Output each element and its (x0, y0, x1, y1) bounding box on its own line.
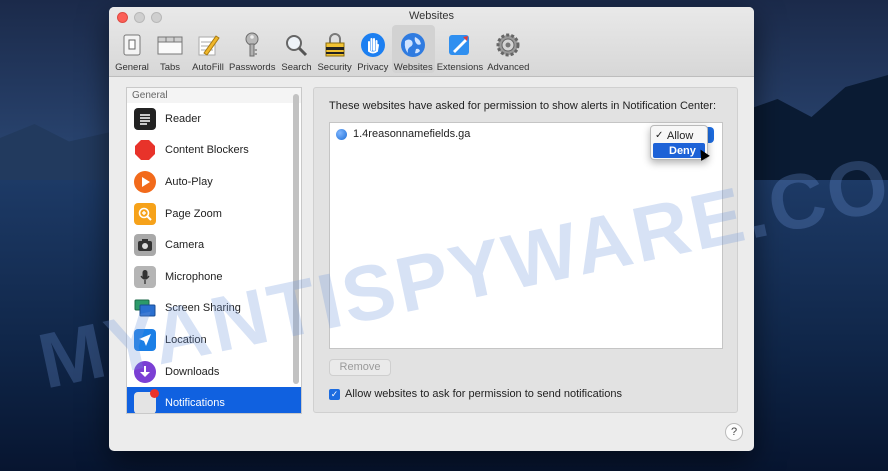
sidebar-item-label: Microphone (165, 270, 223, 283)
notifications-pane: These websites have asked for permission… (313, 87, 738, 413)
sidebar-item-label: Location (165, 333, 207, 346)
toolbar-websites[interactable]: Websites (391, 25, 435, 73)
sidebar-item-screen-sharing[interactable]: Screen Sharing (127, 293, 301, 325)
sidebar-item-microphone[interactable]: Microphone (127, 261, 301, 293)
menu-option-label: Deny (669, 144, 696, 157)
sidebar-item-auto-play[interactable]: Auto-Play (127, 166, 301, 198)
websites-sidebar: General Reader Content Blockers Auto-Pla… (126, 87, 302, 414)
sidebar-item-camera[interactable]: Camera (127, 229, 301, 261)
pencil-icon (194, 31, 222, 59)
sidebar-item-label: Reader (165, 112, 202, 125)
tabs-icon (156, 31, 184, 59)
location-arrow-icon (134, 328, 156, 351)
allow-notifications-checkbox-row[interactable]: ✓ Allow websites to ask for permission t… (329, 388, 622, 400)
sidebar-item-content-blockers[interactable]: Content Blockers (127, 135, 301, 167)
toolbar-privacy[interactable]: Privacy (354, 25, 392, 73)
sidebar-item-label: Content Blockers (165, 144, 249, 157)
sidebar-item-location[interactable]: Location (127, 324, 301, 356)
toolbar-label: General (115, 62, 149, 73)
menu-option-allow[interactable]: ✓ Allow (651, 128, 707, 143)
toolbar-label: AutoFill (192, 62, 224, 73)
toolbar-label: Security (317, 62, 352, 73)
sidebar-item-label: Screen Sharing (165, 302, 241, 315)
sidebar-item-label: Notifications (165, 397, 225, 410)
window-title: Websites (408, 10, 455, 22)
menu-option-label: Allow (667, 129, 694, 142)
toolbar-general[interactable]: General (113, 25, 151, 73)
remove-button[interactable]: Remove (329, 359, 391, 376)
toolbar-advanced[interactable]: Advanced (485, 25, 531, 73)
general-switch-icon (118, 31, 146, 59)
camera-icon (134, 234, 156, 257)
site-name: 1.4reasonnamefields.ga (353, 128, 471, 140)
sidebar-item-label: Downloads (165, 365, 220, 378)
pane-heading: These websites have asked for permission… (329, 100, 717, 112)
toolbar-label: Extensions (436, 62, 484, 73)
preferences-window: Websites General Tabs AutoFill Passwords… (109, 7, 754, 451)
stop-sign-icon (134, 139, 156, 161)
play-icon (134, 170, 156, 193)
toolbar-tabs[interactable]: Tabs (151, 25, 189, 73)
screen-sharing-icon (134, 297, 156, 319)
download-icon (134, 360, 156, 383)
sidebar-item-label: Camera (165, 239, 205, 252)
notifications-icon (134, 389, 159, 413)
microphone-icon (134, 265, 156, 288)
sidebar-item-label: Page Zoom (165, 207, 222, 220)
toolbar-passwords[interactable]: Passwords (227, 25, 277, 73)
magnifier-icon (282, 31, 310, 59)
toolbar-extensions[interactable]: Extensions (435, 25, 485, 73)
lock-icon (321, 31, 349, 59)
desktop-hill (0, 124, 115, 180)
allow-notifications-checkbox[interactable]: ✓ (329, 388, 340, 400)
toolbar-label: Websites (393, 62, 433, 73)
help-button[interactable]: ? (725, 423, 743, 441)
zoom-icon (134, 202, 156, 225)
sidebar-scrollbar[interactable] (293, 90, 300, 390)
sidebar-item-notifications[interactable]: Notifications (127, 387, 301, 413)
key-icon (238, 31, 266, 59)
sidebar-section-header: General (127, 88, 301, 103)
sidebar-item-downloads[interactable]: Downloads (127, 356, 301, 388)
gear-icon (494, 31, 522, 59)
list-item[interactable]: 1.4reasonnamefields.ga (336, 128, 470, 140)
preferences-toolbar: General Tabs AutoFill Passwords Search S… (113, 25, 531, 73)
toolbar-label: Search (281, 62, 312, 73)
checkbox-label: Allow websites to ask for permission to … (345, 388, 622, 400)
titlebar: Websites General Tabs AutoFill Passwords… (109, 7, 754, 77)
site-globe-icon (336, 128, 347, 140)
toolbar-security[interactable]: Security (315, 25, 353, 73)
toolbar-autofill[interactable]: AutoFill (189, 25, 227, 73)
toolbar-label: Tabs (159, 62, 181, 73)
hand-icon (359, 31, 387, 59)
scrollbar-thumb[interactable] (293, 94, 299, 384)
extensions-icon (446, 31, 474, 59)
sidebar-item-reader[interactable]: Reader (127, 103, 301, 135)
reader-icon (134, 107, 156, 130)
sidebar-item-page-zoom[interactable]: Page Zoom (127, 198, 301, 230)
toolbar-search[interactable]: Search (277, 25, 315, 73)
toolbar-label: Passwords (229, 62, 276, 73)
checkmark-icon: ✓ (655, 130, 664, 141)
toolbar-label: Advanced (487, 62, 530, 73)
globe-icon (399, 31, 427, 59)
toolbar-label: Privacy (357, 62, 389, 73)
notification-badge-icon (150, 389, 159, 399)
website-list[interactable]: 1.4reasonnamefields.ga ✓ Allow Deny (329, 122, 723, 349)
sidebar-item-label: Auto-Play (165, 175, 213, 188)
